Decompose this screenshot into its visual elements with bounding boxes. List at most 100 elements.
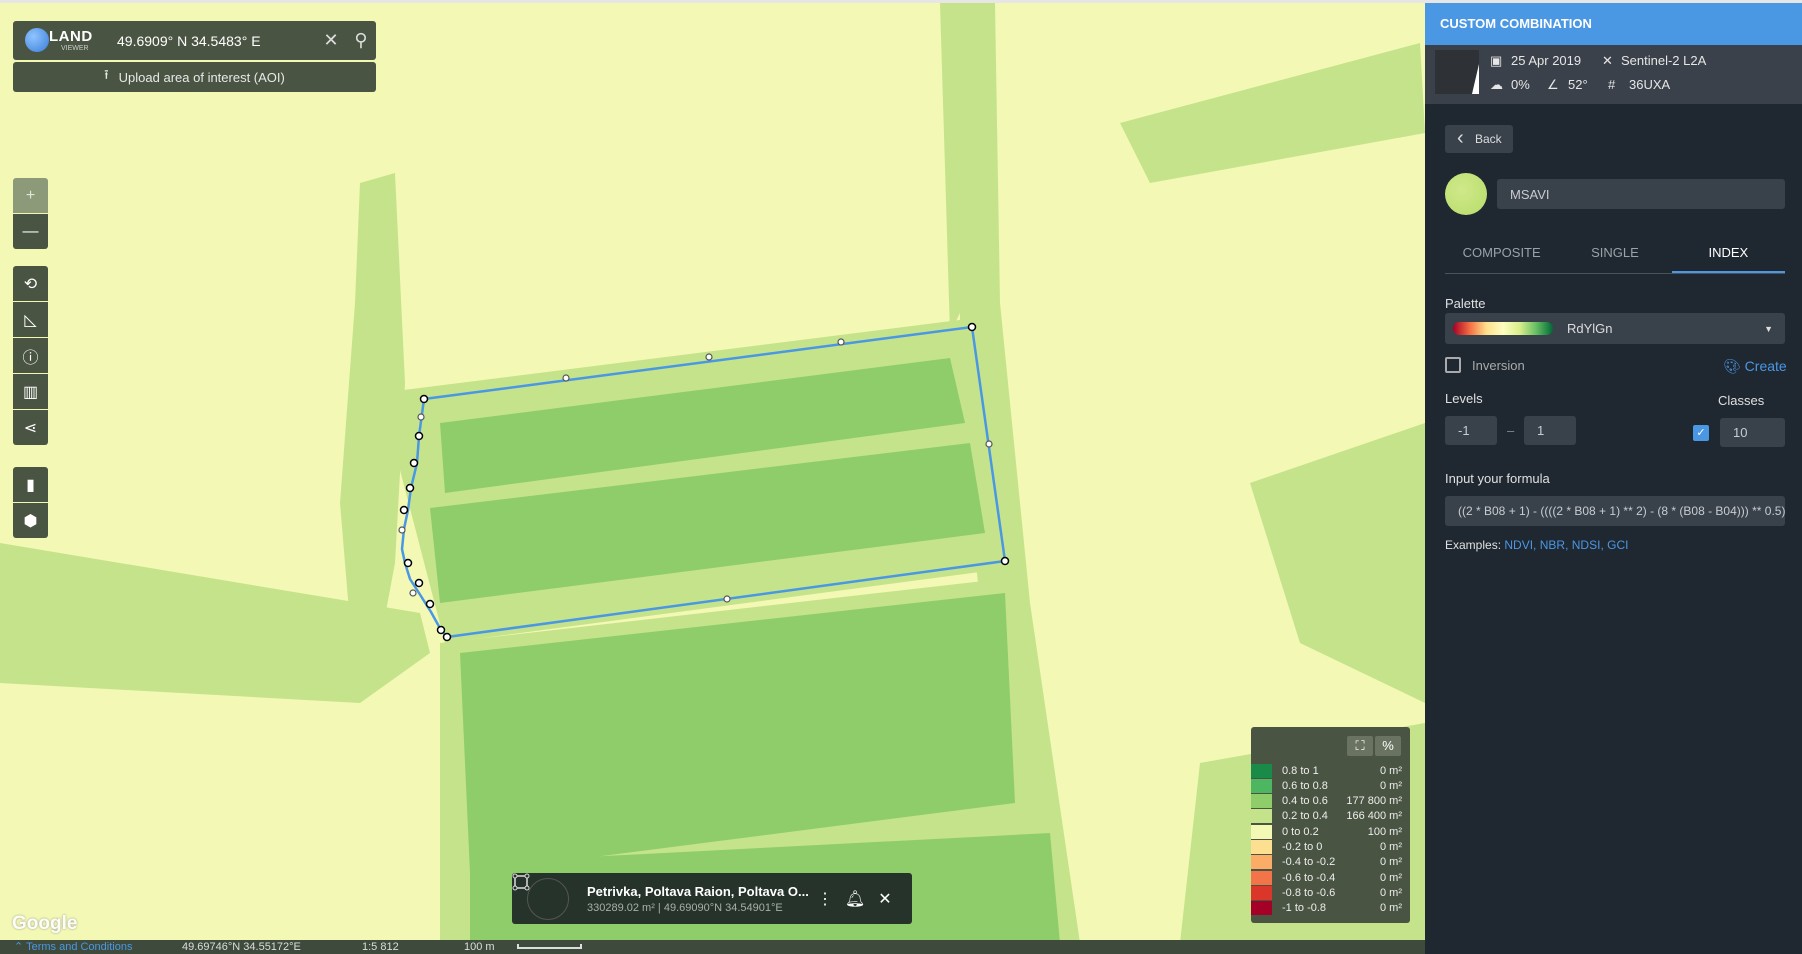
legend-area: 166 400 m²: [1346, 810, 1402, 823]
create-palette-button[interactable]: 🎨︎ Create: [1723, 358, 1787, 375]
legend-area: 177 800 m²: [1346, 795, 1402, 808]
inversion-label: Inversion: [1472, 358, 1525, 373]
classes-input[interactable]: 10: [1720, 418, 1785, 447]
legend-row: -0.6 to -0.4 0 m²: [1251, 870, 1410, 885]
info-icon[interactable]: ⓘ: [13, 338, 48, 373]
upload-aoi-button[interactable]: ⭱ Upload area of interest (AOI): [13, 62, 376, 92]
examples: Examples: NDVI, NBR, NDSI, GCI: [1445, 538, 1629, 552]
legend-range: 0.2 to 0.4: [1282, 810, 1328, 823]
legend-swatch: [1251, 794, 1272, 809]
legend-swatch: [1251, 778, 1272, 793]
scale-bar: [517, 944, 582, 949]
tab-single[interactable]: SINGLE: [1558, 240, 1671, 273]
legend-swatch: [1251, 840, 1272, 854]
layers-icon[interactable]: ▥: [13, 374, 48, 409]
sidebar: CUSTOM COMBINATION ▣ 25 Apr 2019 ✕ Senti…: [1425, 0, 1802, 954]
legend-range: -0.2 to 0: [1282, 841, 1323, 853]
scene-thumbnail[interactable]: [1435, 50, 1479, 94]
percent-toggle[interactable]: %: [1375, 736, 1401, 756]
map-scale: 1:5 812: [362, 941, 399, 953]
fullscreen-icon[interactable]: ⛶: [1347, 736, 1373, 756]
aoi-details: 330289.02 m² | 49.69090°N 34.54901°E: [587, 901, 783, 914]
formula-label: Input your formula: [1445, 471, 1550, 486]
legend-swatch: [1251, 763, 1272, 778]
google-logo: Google: [12, 913, 78, 934]
legend-area: 100 m²: [1367, 825, 1402, 838]
land-viewer-logo[interactable]: LAND VIEWER: [23, 25, 93, 57]
scene-info: ▣ 25 Apr 2019 ✕ Sentinel-2 L2A ☁ 0% ∠ 52…: [1425, 45, 1802, 104]
example-nbr[interactable]: NBR: [1540, 538, 1565, 552]
legend-range: 0 to 0.2: [1282, 825, 1319, 838]
satellite-icon: ✕: [1602, 53, 1613, 68]
palette-gradient: [1453, 322, 1553, 335]
classes-label: Classes: [1718, 393, 1765, 408]
tile-id: 36UXA: [1629, 77, 1671, 92]
draw-aoi-icon[interactable]: ⟲: [13, 266, 48, 301]
levels-label: Levels: [1445, 391, 1483, 406]
legend-swatch: [1251, 855, 1272, 870]
3d-icon[interactable]: ⬢: [13, 503, 48, 538]
legend-range: -0.6 to -0.4: [1282, 871, 1336, 884]
map-canvas[interactable]: LAND VIEWER 49.6909° N 34.5483° E ✕ ⚲ ⭱ Up…: [0, 0, 1425, 940]
measure-icon[interactable]: ◺: [13, 302, 48, 337]
example-gci[interactable]: GCI: [1607, 538, 1628, 552]
tab-index[interactable]: INDEX: [1671, 240, 1785, 273]
map-imagery: [0, 3, 1425, 940]
cloud-cover: 0%: [1511, 77, 1530, 92]
legend-row: 0.4 to 0.6 177 800 m²: [1251, 794, 1410, 809]
scene-satellite: Sentinel-2 L2A: [1621, 53, 1707, 68]
add-alert-icon[interactable]: 🔔︎: [840, 889, 870, 909]
sun-angle: 52°: [1568, 77, 1588, 92]
back-button[interactable]: Back: [1445, 124, 1513, 153]
tab-composite[interactable]: COMPOSITE: [1445, 240, 1558, 273]
example-ndvi[interactable]: NDVI: [1504, 538, 1533, 552]
share-icon[interactable]: ⋖: [13, 410, 48, 445]
calendar-icon: ▣: [1490, 53, 1503, 68]
legend-area: 0 m²: [1380, 841, 1402, 853]
search-input[interactable]: 49.6909° N 34.5483° E: [117, 33, 316, 49]
legend-swatch: [1251, 824, 1272, 839]
upload-icon: ⭱: [104, 67, 109, 82]
cursor-coords: 49.69746°N 34.55172°E: [182, 941, 301, 953]
legend-row: -0.2 to 0 0 m²: [1251, 840, 1410, 855]
aoi-title: Petrivka, Poltava Raion, Poltava O...: [587, 883, 809, 899]
clear-icon[interactable]: ✕: [316, 30, 346, 51]
close-icon[interactable]: ✕: [870, 889, 900, 909]
level-separator: –: [1507, 423, 1515, 438]
zoom-out-button[interactable]: —: [13, 214, 48, 249]
legend-row: -1 to -0.8 0 m²: [1251, 901, 1410, 916]
legend-area: 0 m²: [1380, 902, 1402, 915]
legend-row: 0.2 to 0.4 166 400 m²: [1251, 809, 1410, 824]
legend-row: -0.8 to -0.6 0 m²: [1251, 885, 1410, 900]
angle-icon: ∠: [1547, 77, 1559, 92]
formula-input[interactable]: ((2 * B08 + 1) - ((((2 * B08 + 1) ** 2) …: [1445, 496, 1785, 526]
legend-swatch: [1251, 809, 1272, 824]
legend-range: -0.4 to -0.2: [1282, 856, 1336, 869]
tile-icon: #: [1608, 77, 1616, 92]
palette-label: Palette: [1445, 296, 1486, 311]
palette-icon: 🎨︎: [1723, 358, 1741, 374]
inversion-checkbox[interactable]: [1445, 357, 1461, 373]
level-max-input[interactable]: 1: [1524, 416, 1576, 445]
terms-link[interactable]: ⌃ Terms and Conditions: [14, 940, 132, 954]
legend-row: 0.8 to 1 0 m²: [1251, 763, 1410, 778]
combination-name-input[interactable]: MSAVI: [1497, 179, 1785, 209]
classes-checkbox[interactable]: ✓: [1693, 425, 1709, 441]
legend-range: -0.8 to -0.6: [1282, 886, 1336, 899]
mode-tabs: COMPOSITE SINGLE INDEX: [1445, 240, 1785, 274]
legend-area: 0 m²: [1380, 856, 1402, 869]
legend-area: 0 m²: [1380, 779, 1402, 792]
palette-select[interactable]: RdYlGn ▼: [1445, 313, 1785, 344]
legend-swatch: [1251, 901, 1272, 916]
legend-area: 0 m²: [1380, 764, 1402, 777]
analytics-icon[interactable]: ▮: [13, 467, 48, 502]
legend-row: 0 to 0.2 100 m²: [1251, 824, 1410, 839]
more-icon[interactable]: ⋮: [810, 889, 840, 909]
search-icon[interactable]: ⚲: [346, 30, 376, 51]
legend-swatch: [1251, 885, 1272, 900]
status-bar: ⌃ Terms and Conditions 49.69746°N 34.551…: [0, 940, 1425, 954]
search-bar: LAND VIEWER 49.6909° N 34.5483° E ✕ ⚲: [13, 21, 376, 60]
level-min-input[interactable]: -1: [1445, 416, 1497, 445]
zoom-in-button[interactable]: +: [13, 178, 48, 213]
example-ndsi[interactable]: NDSI: [1572, 538, 1601, 552]
